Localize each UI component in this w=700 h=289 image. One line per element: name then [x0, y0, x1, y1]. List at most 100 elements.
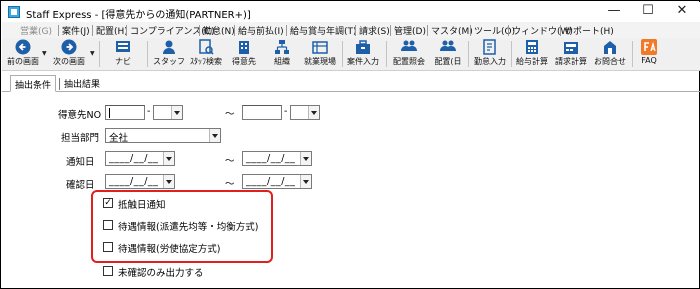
- calendar-dropdown-icon[interactable]: [300, 175, 311, 188]
- menu-separator: [508, 25, 509, 36]
- menu-master[interactable]: マスタ(M): [431, 24, 473, 37]
- application-window: Staff Express - [得意先からの通知(PARTNER+)] — ☐…: [0, 0, 700, 289]
- faq-icon: [641, 39, 657, 55]
- menu-separator: [199, 25, 200, 36]
- minimize-button[interactable]: —: [597, 2, 631, 22]
- chevron-down-icon[interactable]: [209, 129, 220, 142]
- calendar-dropdown-icon[interactable]: [163, 152, 174, 165]
- billing-button-label: 請求計算: [555, 57, 587, 66]
- department-select[interactable]: 全社: [105, 128, 221, 144]
- customer-no-from-input[interactable]: [105, 105, 145, 120]
- notice-date-from-value: ____/__/__: [109, 153, 159, 164]
- inquiry-icon: [604, 41, 616, 54]
- staff-button[interactable]: スタッフ: [153, 39, 185, 70]
- customer-icon: [239, 41, 249, 54]
- menu-billing[interactable]: 請求(S): [359, 24, 390, 37]
- case-entry-button-label: 案件入力: [347, 57, 379, 66]
- organization-button[interactable]: 組織: [266, 39, 298, 70]
- staff-search-button[interactable]: ｽﾀｯﾌ検索: [189, 39, 223, 70]
- customer-no-to-branch-combo[interactable]: [290, 105, 320, 120]
- back-button[interactable]: 前の画面: [4, 39, 42, 70]
- hyphen-separator: -: [284, 106, 288, 117]
- menu-bar: 営業(G) 案件(J) 配置(H) コンプライアンス(C) 勤怠(N) 給与前払…: [2, 22, 700, 38]
- attendance-entry-button-label: 勤怠入力: [474, 57, 506, 66]
- menu-separator: [126, 25, 127, 36]
- notice-date-label: 通知日: [66, 157, 95, 168]
- staff-icon: [163, 40, 175, 54]
- toolbar-separator: [632, 41, 633, 67]
- menu-support[interactable]: サポート(H): [564, 24, 614, 37]
- assignment-daily-button[interactable]: 配置(日: [431, 39, 465, 70]
- customer-button[interactable]: 得意先: [228, 39, 260, 70]
- tab-extraction-conditions[interactable]: 抽出条件: [10, 75, 57, 92]
- chevron-down-icon[interactable]: [171, 106, 182, 119]
- staff-search-button-label: ｽﾀｯﾌ検索: [190, 57, 222, 66]
- toolbar-separator: [342, 41, 343, 67]
- customer-no-to-input[interactable]: [242, 105, 282, 120]
- arrow-left-circle-icon: [15, 39, 31, 55]
- forward-button[interactable]: 次の画面: [50, 39, 88, 70]
- attendance-entry-button[interactable]: 勤怠入力: [472, 39, 508, 70]
- confirm-date-from-picker[interactable]: ____/__/__: [105, 174, 175, 189]
- arrow-right-circle-icon: [61, 39, 77, 55]
- assignment-daily-icon: [440, 40, 456, 51]
- chevron-down-icon[interactable]: [308, 106, 319, 119]
- forward-history-dropdown-icon[interactable]: ▼: [90, 50, 95, 57]
- back-button-label: 前の画面: [7, 57, 39, 66]
- range-separator: ～: [225, 156, 235, 167]
- case-entry-button[interactable]: 案件入力: [345, 39, 381, 70]
- menu-separator: [58, 25, 59, 36]
- tab-strip: 抽出条件 抽出結果: [2, 75, 700, 92]
- attendance-entry-icon: [483, 39, 496, 55]
- title-bar: Staff Express - [得意先からの通知(PARTNER+)] — ☐…: [2, 2, 700, 22]
- menu-assignment[interactable]: 配置(H): [96, 24, 128, 37]
- menu-compliance[interactable]: コンプライアンス(C): [130, 24, 215, 37]
- customer-button-label: 得意先: [232, 57, 256, 66]
- customer-no-from-branch-combo[interactable]: [153, 105, 183, 120]
- notice-date-from-picker[interactable]: ____/__/__: [105, 151, 175, 166]
- window-title: Staff Express - [得意先からの通知(PARTNER+)]: [26, 10, 251, 21]
- billing-button[interactable]: 請求計算: [553, 39, 589, 70]
- navi-button-label: ナビ: [115, 57, 131, 66]
- customer-no-label: 得意先NO: [58, 110, 102, 121]
- checkbox-box[interactable]: [103, 266, 113, 276]
- range-separator: ～: [225, 109, 235, 120]
- assignment-inquiry-button[interactable]: 配置照会: [390, 39, 428, 70]
- close-button[interactable]: ✕: [665, 2, 699, 22]
- menu-sales[interactable]: 営業(G): [20, 24, 52, 37]
- toolbar-separator: [147, 41, 148, 67]
- confirm-date-from-value: ____/__/__: [109, 176, 159, 187]
- unconfirmed-only-label: 未確認のみ出力する: [118, 268, 204, 279]
- confirm-date-to-picker[interactable]: ____/__/__: [242, 174, 312, 189]
- maximize-button[interactable]: ☐: [631, 2, 665, 22]
- workplace-button[interactable]: 就業現場: [301, 39, 339, 70]
- workplace-icon: [312, 41, 328, 54]
- organization-icon: [275, 40, 289, 54]
- assignment-daily-button-label: 配置(日: [434, 57, 462, 66]
- calendar-dropdown-icon[interactable]: [163, 175, 174, 188]
- staff-search-icon: [199, 39, 214, 55]
- menu-separator: [355, 25, 356, 36]
- notice-date-to-picker[interactable]: ____/__/__: [242, 151, 312, 166]
- notice-date-to-value: ____/__/__: [246, 153, 296, 164]
- payroll-icon: [526, 40, 538, 54]
- menu-attendance[interactable]: 勤怠(N): [203, 24, 235, 37]
- inquiry-button[interactable]: お問合せ: [592, 39, 628, 70]
- navi-button[interactable]: ナビ: [106, 39, 140, 70]
- department-label: 担当部門: [61, 133, 100, 144]
- menu-payroll[interactable]: 給与賞与年調(T): [290, 24, 357, 37]
- faq-button[interactable]: FAQ: [636, 39, 662, 70]
- toolbar-separator: [468, 41, 469, 67]
- menu-salary-advance[interactable]: 給与前払(I): [238, 24, 284, 37]
- text-caret: [109, 108, 110, 118]
- menu-case[interactable]: 案件(J): [62, 24, 90, 37]
- department-value: 全社: [109, 133, 129, 144]
- billing-icon: [564, 42, 578, 54]
- calendar-dropdown-icon[interactable]: [300, 152, 311, 165]
- menu-separator: [92, 25, 93, 36]
- menu-management[interactable]: 管理(D): [394, 24, 426, 37]
- navi-icon: [116, 41, 130, 52]
- back-history-dropdown-icon[interactable]: ▼: [42, 50, 47, 57]
- tab-extraction-results[interactable]: 抽出結果: [60, 75, 104, 92]
- payroll-button[interactable]: 給与計算: [514, 39, 550, 70]
